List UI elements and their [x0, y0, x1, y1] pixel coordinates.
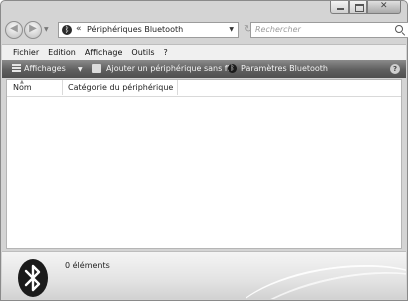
views-icon[interactable] — [12, 64, 21, 73]
menu-fichier[interactable]: Fichier — [13, 48, 39, 57]
maximize-button[interactable] — [349, 1, 367, 14]
views-dropdown-icon[interactable]: ▼ — [78, 66, 83, 73]
items-count: 0 éléments — [65, 261, 110, 270]
bluetooth-icon: ᛒ — [62, 25, 72, 35]
help-icon[interactable]: ? — [390, 64, 400, 74]
recent-pages-dropdown[interactable]: ▼ — [44, 26, 49, 33]
add-device-icon[interactable] — [92, 64, 101, 73]
breadcrumb-overflow[interactable]: « — [76, 24, 82, 34]
decorative-swoosh — [246, 249, 406, 299]
menu-outils[interactable]: Outils — [131, 48, 154, 57]
menu-bar: Fichier Edition Affichage Outils ? — [2, 44, 406, 60]
close-button[interactable] — [367, 1, 401, 14]
address-bar[interactable]: ᛒ « Périphériques Bluetooth ▼ — [58, 22, 239, 38]
breadcrumb-location[interactable]: Périphériques Bluetooth — [87, 25, 183, 34]
add-wireless-device-button[interactable]: Ajouter un périphérique sans fil — [106, 64, 232, 73]
forward-button[interactable]: ▶ — [24, 21, 42, 39]
menu-edition[interactable]: Edition — [48, 48, 76, 57]
minimize-button[interactable] — [330, 1, 349, 14]
bluetooth-icon — [18, 259, 48, 297]
command-bar: Affichages ▼ Ajouter un périphérique san… — [2, 60, 406, 78]
search-icon[interactable] — [395, 25, 403, 33]
bluetooth-settings-button[interactable]: Paramètres Bluetooth — [241, 64, 328, 73]
search-box[interactable]: Rechercher — [250, 22, 408, 38]
column-header-name[interactable]: Nom — [13, 83, 32, 92]
bluetooth-icon[interactable]: ᛒ — [228, 64, 237, 73]
column-headers: ▲ Nom Catégorie du périphérique — [7, 79, 401, 97]
back-arrow-icon: ◀ — [10, 23, 18, 34]
column-header-category[interactable]: Catégorie du périphérique — [68, 83, 173, 92]
forward-arrow-icon: ▶ — [29, 23, 37, 34]
device-list[interactable]: ▲ Nom Catégorie du périphérique — [6, 79, 402, 249]
explorer-window: ◀ ▶ ▼ ᛒ « Périphériques Bluetooth ▼ ↻ Re… — [0, 0, 408, 301]
search-input[interactable]: Rechercher — [255, 25, 301, 34]
menu-help[interactable]: ? — [164, 48, 168, 57]
address-dropdown-icon[interactable]: ▼ — [229, 26, 234, 33]
views-button[interactable]: Affichages — [24, 64, 66, 73]
details-pane: 0 éléments — [2, 251, 406, 299]
back-button[interactable]: ◀ — [5, 21, 23, 39]
navigation-bar: ◀ ▶ ▼ ᛒ « Périphériques Bluetooth ▼ ↻ Re… — [5, 19, 408, 41]
column-divider[interactable] — [177, 80, 178, 95]
column-divider[interactable] — [62, 80, 63, 95]
caption-buttons — [330, 1, 401, 15]
menu-affichage[interactable]: Affichage — [85, 48, 123, 57]
